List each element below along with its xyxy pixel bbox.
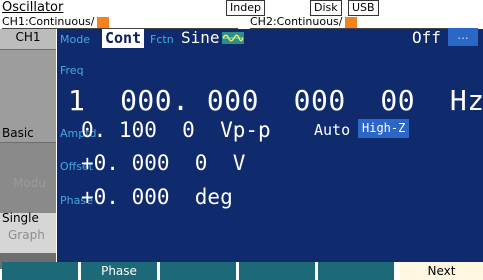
app-title: Oscillator [2,0,64,15]
ch1-status-text: CH1:Continuous/ [2,15,95,28]
load-impedance-button[interactable]: High-Z [358,119,410,138]
ch2-color-swatch [344,16,357,28]
output-state[interactable]: Off [412,28,441,47]
ch1-color-swatch [96,16,109,28]
offset-value-field[interactable]: +0. 000 0 V [81,151,245,175]
function-value-field[interactable]: Sine [181,28,220,47]
modu-softkey-label: Modu [13,176,46,190]
softkey-5[interactable] [318,262,394,280]
softkey-3[interactable] [160,262,236,280]
mode-value-field[interactable]: Cont [102,29,145,48]
softkey-4[interactable] [239,262,315,280]
frequency-value-field[interactable]: 1 000. 000 000 00 Hz [68,84,483,117]
auto-range-label: Auto [314,121,351,139]
more-options-button[interactable]: ... [448,28,478,46]
softkey-phase[interactable]: Phase [81,262,157,280]
parameter-panel [57,29,483,262]
ch1-status: CH1:Continuous/ [2,15,238,29]
usb-indicator: USB [348,0,379,16]
mode-label: Mode [60,33,90,46]
phase-value-field[interactable]: +0. 000 deg [81,185,233,209]
ch2-status-text: CH2:Continuous/ [250,15,343,28]
disk-indicator: Disk [310,0,342,16]
softkey-next[interactable]: Next [400,262,483,280]
ch2-status: CH2:Continuous/ [250,15,478,29]
indep-mode-indicator: Indep [226,0,265,16]
single-softkey-label: Single [2,211,39,225]
sine-wave-icon [222,32,244,44]
function-label: Fctn [150,33,174,46]
graph-softkey-label: Graph [8,228,45,242]
channel-tab[interactable]: CH1 [0,29,56,49]
basic-softkey-label: Basic [2,126,34,140]
amplitude-value-field[interactable]: 0. 100 0 Vp-p [81,118,271,142]
softkey-1[interactable] [2,262,78,280]
frequency-label: Freq [60,64,84,77]
